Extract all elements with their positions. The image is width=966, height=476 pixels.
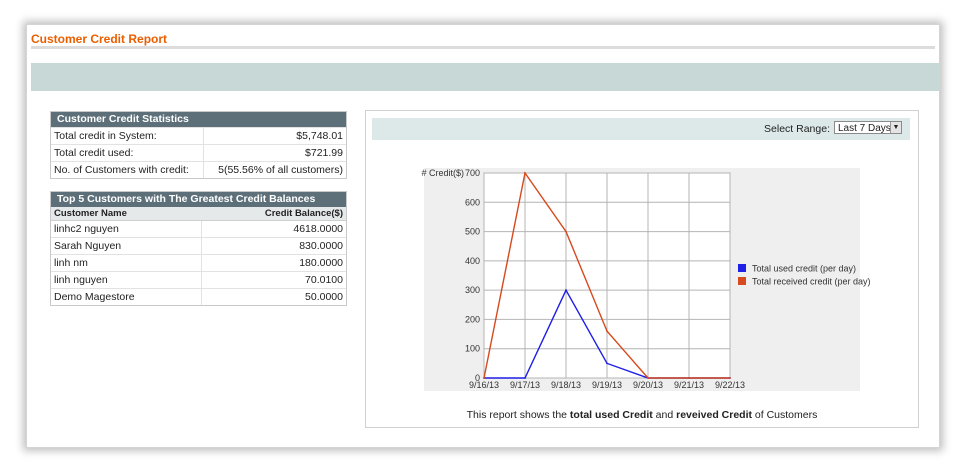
y-tick-label: 600 [465,197,480,207]
caption-text: and [652,409,677,421]
x-tick-label: 9/21/13 [674,380,704,390]
customer-balance: 4618.0000 [200,220,346,238]
stat-value: $721.99 [203,144,346,162]
header-band [31,63,939,91]
stat-label: Total credit in System: [51,127,204,145]
data-point [647,377,649,379]
table-row: Total credit in System: $5,748.01 [51,127,346,145]
top-customers-header: Top 5 Customers with The Greatest Credit… [51,192,346,207]
data-point [729,377,731,379]
x-tick-label: 9/19/13 [592,380,622,390]
top-customers-box: Top 5 Customers with The Greatest Credit… [50,191,347,306]
x-tick-label: 9/20/13 [633,380,663,390]
data-point [688,377,690,379]
customer-name: Demo Magestore [51,288,201,305]
credit-line-chart: 01002003004005006007009/16/13 9/17/13 9/18… [421,168,871,391]
customer-name: linhc2 nguyen [51,220,201,238]
stat-label: No. of Customers with credit: [51,161,204,178]
x-tick-label: 9/16/13 [469,380,499,390]
data-point [524,172,526,174]
table-row: Total credit used: $721.99 [51,144,346,162]
data-point [565,289,567,292]
caption-bold-used: total used Credit [569,409,653,421]
data-point [483,377,485,379]
table-row: linh nguyen 70.0100 [51,271,346,289]
stat-label: Total credit used: [51,144,204,162]
legend-swatch [738,277,746,285]
column-header-name: Customer Name [51,207,201,221]
y-tick-label: 100 [465,344,480,354]
customer-balance: 70.0100 [200,271,346,289]
table-row: linh nm 180.0000 [51,254,346,272]
y-tick-label: 500 [465,227,480,237]
customer-name: linh nguyen [51,271,201,289]
customer-balance: 180.0000 [200,254,346,272]
data-point [565,230,567,233]
customer-name: Sarah Nguyen [51,237,201,255]
column-header-balance: Credit Balance($) [201,207,346,221]
legend-label: Total used credit (per day) [752,264,856,274]
y-tick-label: 300 [465,285,480,295]
caption-bold-received: reveived Credit [676,409,752,421]
page-title: Customer Credit Report [31,32,168,46]
table-row: linhc2 nguyen 4618.0000 [51,220,346,238]
table-header-row: Customer Name Credit Balance($) [51,207,346,221]
stat-value: 5(55.56% of all customers) [203,161,346,178]
customer-name: linh nm [51,254,201,272]
y-axis-label: # Credit($) [421,168,464,178]
data-point [606,330,608,333]
title-divider [31,46,935,49]
table-row: No. of Customers with credit: 5(55.56% o… [51,161,346,178]
chart-caption: This report shows the total used Credit … [366,409,918,421]
customer-balance: 830.0000 [200,237,346,255]
chart-panel: Select Range: Last 7 Days ▼ 0 100 200 300 40… [365,110,919,428]
stat-value: $5,748.01 [203,127,346,145]
table-row: Sarah Nguyen 830.0000 [51,237,346,255]
credit-statistics-box: Customer Credit Statistics Total credit … [50,111,347,179]
legend-swatch [738,264,746,272]
customer-balance: 50.0000 [200,288,346,305]
data-point [606,362,608,365]
x-tick-label: 9/22/13 [715,380,745,390]
legend-label: Total received credit (per day) [752,277,871,287]
top-customers-table: Customer Name Credit Balance($) linhc2 n… [51,207,346,305]
credit-statistics-table: Total credit in System: $5,748.01 Total … [51,127,346,178]
y-tick-label: 200 [465,314,480,324]
credit-statistics-header: Customer Credit Statistics [51,112,346,127]
y-tick-label: 700 [465,168,480,178]
data-point [524,377,526,379]
x-tick-label: 9/18/13 [551,380,581,390]
caption-text: This report shows the [466,409,570,421]
y-tick-label: 400 [465,256,480,266]
table-row: Demo Magestore 50.0000 [51,288,346,305]
caption-text: of Customers [752,409,818,421]
x-tick-label: 9/17/13 [510,380,540,390]
